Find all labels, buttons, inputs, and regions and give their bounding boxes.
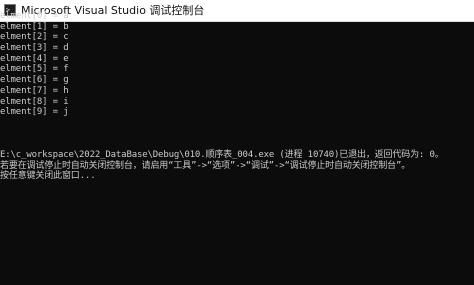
press-any-key-line: 按任意键关闭此窗口... — [0, 171, 96, 182]
output-line: elment[1] = b — [0, 21, 69, 32]
console-output[interactable]: elment[0] = a elment[1] = b elment[2] = … — [0, 11, 474, 285]
output-line: elment[7] = h — [0, 85, 69, 96]
output-line: elment[0] = a — [0, 11, 69, 21]
output-line: elment[5] = f — [0, 64, 69, 75]
blank-gap — [0, 118, 474, 150]
output-line: elment[8] = i — [0, 96, 69, 107]
output-line: elment[3] = d — [0, 43, 69, 54]
output-line: elment[6] = g — [0, 75, 69, 86]
output-line: elment[2] = c — [0, 32, 69, 43]
output-line: elment[4] = e — [0, 53, 69, 64]
console-window: >_ Microsoft Visual Studio 调试控制台 elment[… — [0, 0, 474, 285]
output-line: elment[9] = j — [0, 107, 69, 118]
auto-close-hint-line: 若要在调试停止时自动关闭控制台，请启用“工具”->“选项”->“调试”->“调试… — [0, 160, 411, 171]
exit-message-line: E:\c_workspace\2022_DataBase\Debug\010.顺… — [0, 149, 444, 160]
